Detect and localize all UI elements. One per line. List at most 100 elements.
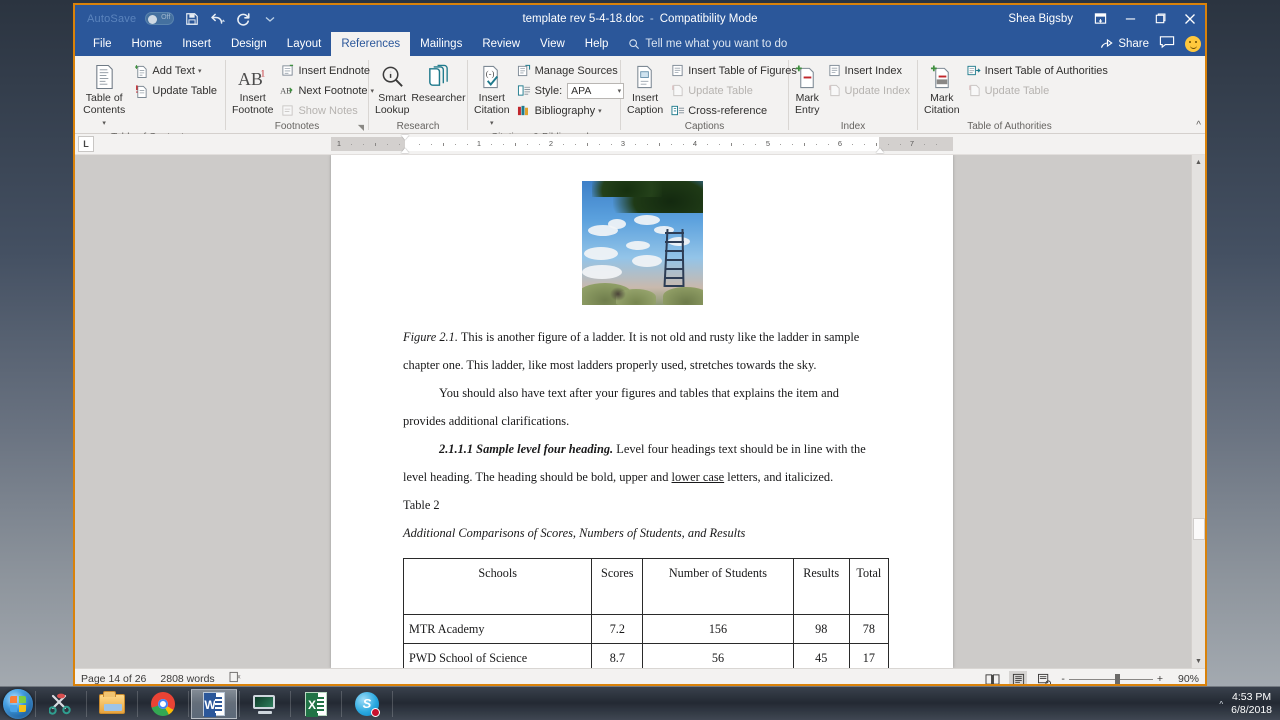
bibliography-icon (517, 103, 532, 118)
taskbar-item-microsoft-word[interactable] (191, 688, 237, 719)
insert-index-button[interactable]: Insert Index (824, 61, 913, 80)
next-footnote-button[interactable]: AB Next Footnote ▾ (277, 81, 377, 100)
zoom-thumb[interactable] (1114, 673, 1120, 684)
windows-start-orb-icon[interactable] (3, 688, 33, 719)
taskbar-item-snipping-tool[interactable] (38, 689, 84, 719)
document-text[interactable]: Figure 2.1. This is another figure of a … (402, 323, 890, 668)
insert-caption-label-2: Caption (627, 104, 664, 116)
manage-sources-button[interactable]: Manage Sources (514, 61, 628, 80)
mark-entry-button[interactable]: Mark Entry (794, 60, 821, 118)
horizontal-ruler[interactable]: 1 1 2 3 4 5 6 7 (331, 135, 953, 153)
tab-mailings[interactable]: Mailings (410, 32, 472, 56)
customize-quick-access-icon[interactable] (261, 9, 278, 28)
page-number-status[interactable]: Page 14 of 26 (81, 673, 146, 685)
zoom-track[interactable] (1068, 673, 1153, 684)
insert-endnote-button[interactable]: Insert Endnote (277, 61, 377, 80)
web-layout-icon[interactable] (1035, 671, 1053, 684)
right-indent-marker[interactable] (876, 148, 884, 153)
table-of-contents-label-2: Contents (83, 104, 126, 116)
insert-caption-button[interactable]: Insert Caption (626, 60, 664, 118)
insert-citation-button[interactable]: (-) Insert Citation ▾ (473, 60, 511, 132)
tab-stop-selector[interactable]: L (78, 136, 94, 152)
tab-review[interactable]: Review (472, 32, 530, 56)
add-text-button[interactable]: Add Text ▾ (131, 61, 220, 80)
scrollbar-thumb[interactable] (1193, 518, 1205, 540)
tab-home[interactable]: Home (122, 32, 173, 56)
proofing-errors-icon[interactable]: x (229, 671, 243, 684)
tab-references[interactable]: References (331, 32, 411, 56)
redo-icon[interactable] (235, 9, 252, 28)
read-mode-icon[interactable] (983, 671, 1001, 684)
insert-table-of-authorities-button[interactable]: Insert Table of Authorities (964, 61, 1111, 80)
zoom-in-button[interactable]: + (1157, 673, 1163, 684)
zoom-out-button[interactable]: - (1061, 673, 1065, 684)
scroll-up-icon[interactable]: ▲ (1192, 155, 1205, 169)
hanging-indent-marker[interactable] (401, 148, 409, 153)
zoom-level-label[interactable]: 90% (1171, 673, 1199, 684)
word-count-status[interactable]: 2808 words (160, 673, 214, 685)
ribbon: Table of Contents ▾ Add Text ▾ Update Ta… (75, 56, 1205, 143)
tab-file[interactable]: File (83, 32, 122, 56)
comment-icon[interactable] (1159, 35, 1175, 54)
save-icon[interactable] (183, 9, 200, 28)
taskbar-item-microsoft-excel[interactable] (293, 689, 339, 719)
ribbon-group-index: Mark Entry Insert Index Update Index Ind… (789, 56, 917, 133)
ribbon-tabs-bar: File Home Insert Design Layout Reference… (75, 32, 1205, 56)
tab-insert[interactable]: Insert (172, 32, 221, 56)
file-explorer-icon (99, 690, 125, 714)
tab-help[interactable]: Help (575, 32, 619, 56)
account-name[interactable]: Shea Bigsby (1008, 13, 1073, 25)
citation-style-select[interactable]: APA ▾ (567, 82, 625, 99)
undo-icon[interactable] (209, 9, 226, 28)
tell-me-search[interactable]: Tell me what you want to do (618, 32, 787, 56)
citation-style-row[interactable]: Style: APA ▾ (514, 81, 628, 100)
figure-image[interactable] (581, 181, 703, 305)
document-page[interactable]: Figure 2.1. This is another figure of a … (331, 155, 953, 668)
group-label-research: Research (396, 121, 440, 132)
table-cell: 56 (642, 643, 794, 668)
mark-citation-button[interactable]: Mark Citation (923, 60, 961, 118)
vertical-scrollbar[interactable]: ▲ ▼ (1191, 155, 1205, 668)
smiley-icon[interactable] (1185, 36, 1201, 52)
tab-view[interactable]: View (530, 32, 575, 56)
tab-design[interactable]: Design (221, 32, 277, 56)
insert-footnote-button[interactable]: AB 1 Insert Footnote (231, 60, 274, 118)
clock[interactable]: 4:53 PM 6/8/2018 (1231, 691, 1272, 717)
update-table-toc-button[interactable]: Update Table (131, 81, 220, 100)
smart-lookup-button[interactable]: Smart Lookup (374, 60, 410, 118)
level-four-heading: 2.1.1.1 Sample level four heading. (439, 442, 614, 456)
bibliography-button[interactable]: Bibliography ▾ (514, 101, 628, 120)
insert-table-of-authorities-label: Insert Table of Authorities (984, 64, 1108, 77)
next-footnote-icon: AB (280, 83, 295, 98)
data-table[interactable]: Schools Scores Number of Students Result… (402, 558, 890, 668)
insert-table-of-figures-button[interactable]: Insert Table of Figures (667, 61, 800, 80)
close-icon[interactable] (1175, 5, 1205, 32)
taskbar-item-remote-desktop[interactable] (242, 689, 288, 719)
taskbar-item-skype[interactable] (344, 689, 390, 719)
tab-layout[interactable]: Layout (277, 32, 332, 56)
zoom-slider[interactable]: - + (1061, 673, 1163, 684)
cross-reference-button[interactable]: Cross-reference (667, 101, 800, 120)
update-index-icon (827, 83, 842, 98)
minimize-icon[interactable] (1115, 5, 1145, 32)
taskbar-item-google-chrome[interactable] (140, 689, 186, 719)
table-of-contents-button[interactable]: Table of Contents ▾ (80, 60, 128, 132)
ribbon-tabs: File Home Insert Design Layout Reference… (75, 32, 1205, 56)
autosave-toggle[interactable]: Off (145, 12, 175, 25)
taskbar-item-file-explorer[interactable] (89, 689, 135, 719)
show-hidden-icons-icon[interactable]: ^ (1219, 700, 1223, 709)
share-button[interactable]: Share (1100, 37, 1149, 52)
screen: AutoSave Off template rev 5-4-18.doc - C… (0, 0, 1280, 720)
insert-caption-label-1: Insert (631, 92, 659, 104)
researcher-button[interactable]: Researcher (410, 60, 466, 106)
footnotes-dialog-launcher-icon[interactable]: ◥ (358, 123, 364, 132)
collapse-ribbon-icon[interactable]: ^ (1196, 120, 1201, 131)
researcher-icon (426, 62, 451, 90)
autosave-state-label: Off (161, 14, 171, 21)
ribbon-display-options-icon[interactable] (1085, 5, 1115, 32)
scroll-down-icon[interactable]: ▼ (1192, 654, 1205, 668)
restore-icon[interactable] (1145, 5, 1175, 32)
print-layout-icon[interactable] (1009, 671, 1028, 684)
first-line-indent-marker[interactable] (401, 135, 409, 140)
group-label-footnotes: Footnotes ◥ (226, 120, 368, 133)
